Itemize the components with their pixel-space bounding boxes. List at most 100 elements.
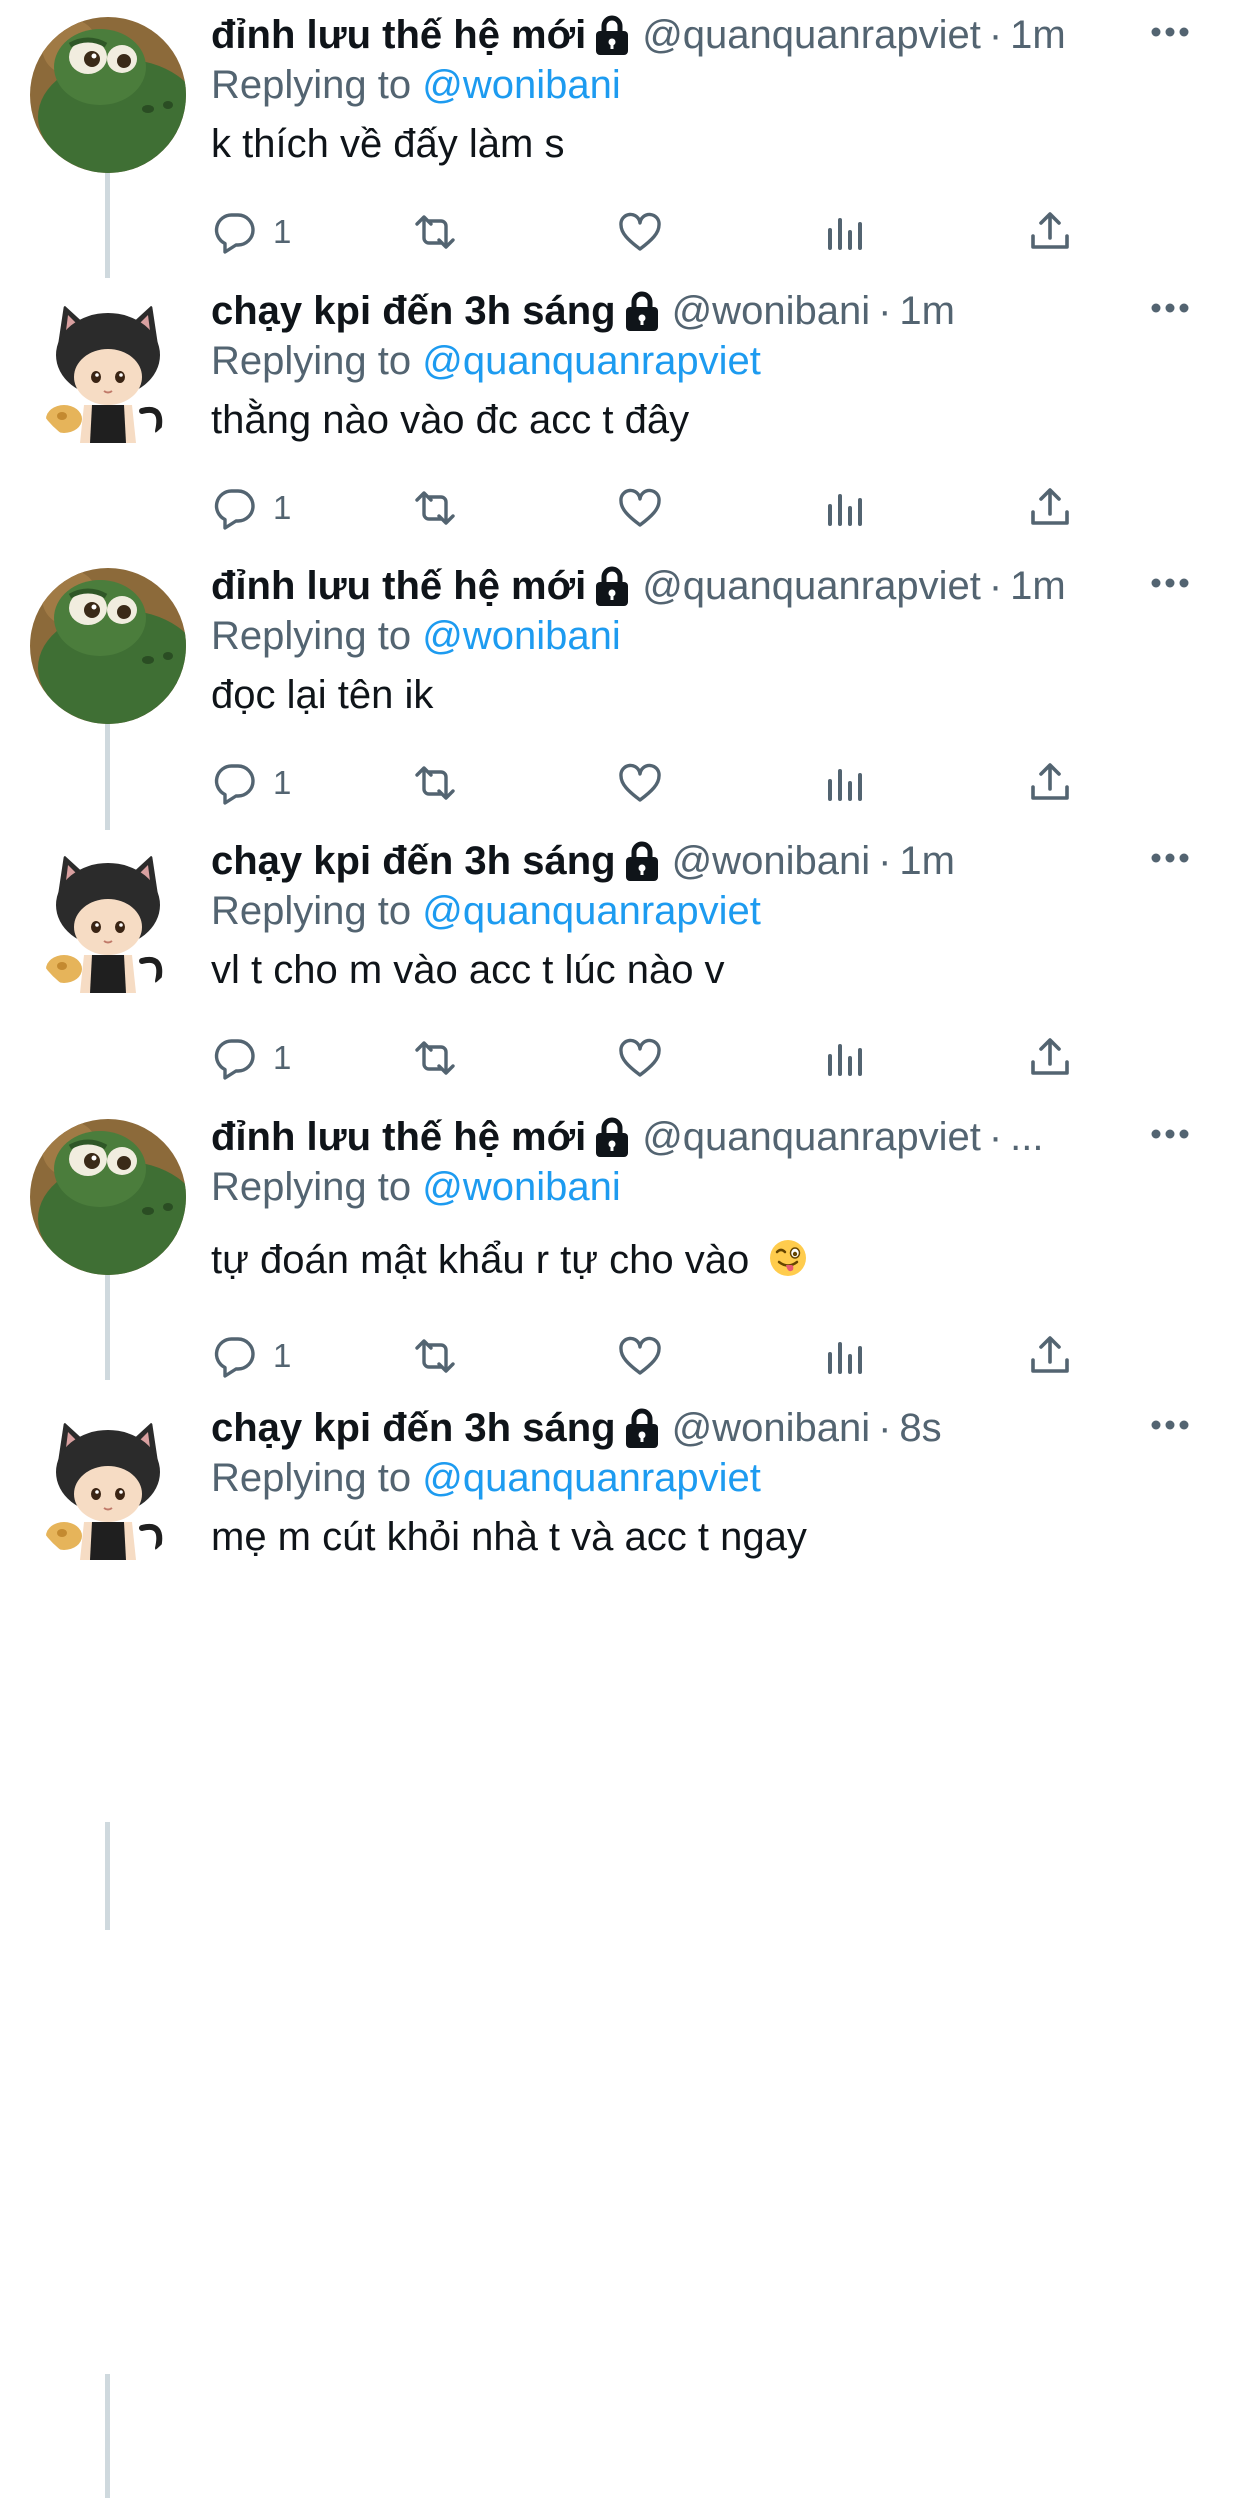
heart-icon	[616, 208, 664, 256]
mention-link[interactable]: @wonibani	[422, 1165, 621, 1209]
action-bar: 1	[211, 208, 1111, 256]
avatar[interactable]	[30, 843, 186, 999]
reply-button[interactable]: 1	[211, 1332, 291, 1380]
display-name[interactable]: chạy kpi đến 3h sáng	[211, 836, 616, 886]
avatar[interactable]	[30, 17, 186, 173]
mention-link[interactable]: @quanquanrapviet	[422, 889, 761, 933]
dot-separator: ·	[878, 1406, 892, 1450]
tweet-header: đỉnh lưu thế hệ mới @quanquanrapviet · 1…	[211, 10, 1131, 60]
avatar[interactable]	[30, 568, 186, 724]
share-button[interactable]	[1026, 208, 1074, 256]
action-bar: 1	[211, 1332, 1111, 1380]
replying-to-label: Replying to	[211, 889, 412, 933]
reply-button[interactable]: 1	[211, 208, 291, 256]
display-name[interactable]: đỉnh lưu thế hệ mới	[211, 561, 586, 611]
replying-to: Replying to @wonibani	[211, 611, 621, 661]
user-handle[interactable]: @wonibani	[672, 836, 871, 886]
more-options-icon[interactable]	[1150, 298, 1190, 318]
display-name[interactable]: đỉnh lưu thế hệ mới	[211, 10, 586, 60]
display-name[interactable]: chạy kpi đến 3h sáng	[211, 1403, 616, 1453]
more-options-icon[interactable]	[1150, 22, 1190, 42]
views-button[interactable]	[821, 484, 869, 532]
more-options-icon[interactable]	[1150, 1415, 1190, 1435]
tweet-text: k thích về đấy làm s	[211, 118, 564, 170]
dot-separator: ·	[878, 289, 892, 333]
retweet-icon	[411, 1332, 459, 1380]
tweet-header: đỉnh lưu thế hệ mới @quanquanrapviet · .…	[211, 1112, 1131, 1162]
heart-icon	[616, 1034, 664, 1082]
more-options-icon[interactable]	[1150, 573, 1190, 593]
share-button[interactable]	[1026, 484, 1074, 532]
reply-icon	[211, 484, 259, 532]
timestamp[interactable]: 8s	[899, 1403, 941, 1453]
reply-count: 1	[273, 489, 292, 526]
avatar[interactable]	[30, 1119, 186, 1275]
retweet-button[interactable]	[411, 484, 459, 532]
timestamp[interactable]: 1m	[899, 286, 955, 336]
mention-link[interactable]: @wonibani	[422, 63, 621, 107]
user-handle[interactable]: @wonibani	[672, 286, 871, 336]
tweet-text-body: thằng nào vào đc acc t đây	[211, 398, 690, 442]
share-button[interactable]	[1026, 1034, 1074, 1082]
like-button[interactable]	[616, 484, 664, 532]
share-button[interactable]	[1026, 1332, 1074, 1380]
retweet-icon	[411, 484, 459, 532]
heart-icon	[616, 759, 664, 807]
views-button[interactable]	[821, 208, 869, 256]
retweet-icon	[411, 208, 459, 256]
thread-line	[105, 170, 110, 278]
user-handle[interactable]: @quanquanrapviet	[642, 10, 981, 60]
more-options-icon[interactable]	[1150, 1124, 1190, 1144]
tweet-text: vl t cho m vào acc t lúc nào v	[211, 944, 725, 996]
retweet-button[interactable]	[411, 208, 459, 256]
reply-button[interactable]: 1	[211, 1034, 291, 1082]
retweet-button[interactable]	[411, 1034, 459, 1082]
bar-chart-icon	[821, 1332, 869, 1380]
timestamp[interactable]: 1m	[1010, 561, 1066, 611]
timestamp[interactable]: ...	[1010, 1112, 1043, 1162]
timestamp[interactable]: 1m	[899, 836, 955, 886]
display-name[interactable]: đỉnh lưu thế hệ mới	[211, 1112, 586, 1162]
like-button[interactable]	[616, 208, 664, 256]
views-button[interactable]	[821, 1034, 869, 1082]
avatar[interactable]	[30, 1410, 186, 1566]
tweet-text: đọc lại tên ik	[211, 669, 433, 721]
mention-link[interactable]: @quanquanrapviet	[422, 339, 761, 383]
green-dinosaur-avatar	[30, 568, 186, 724]
action-bar: 1	[211, 484, 1111, 532]
retweet-button[interactable]	[411, 1332, 459, 1380]
display-name[interactable]: chạy kpi đến 3h sáng	[211, 286, 616, 336]
lock-icon	[622, 840, 662, 882]
retweet-button[interactable]	[411, 759, 459, 807]
mention-link[interactable]: @wonibani	[422, 614, 621, 658]
timestamp[interactable]: 1m	[1010, 10, 1066, 60]
heart-icon	[616, 484, 664, 532]
reply-button[interactable]: 1	[211, 484, 291, 532]
tweet-text-body: mẹ m cút khỏi nhà t và acc t ngay	[211, 1515, 807, 1559]
reply-icon	[211, 1034, 259, 1082]
views-button[interactable]	[821, 1332, 869, 1380]
more-options-icon[interactable]	[1150, 848, 1190, 868]
tweet-text-body: k thích về đấy làm s	[211, 122, 565, 166]
user-handle[interactable]: @quanquanrapviet	[642, 1112, 981, 1162]
replying-to: Replying to @quanquanrapviet	[211, 886, 761, 936]
tweet-header: chạy kpi đến 3h sáng @wonibani · 1m	[211, 286, 1131, 336]
retweet-icon	[411, 1034, 459, 1082]
bar-chart-icon	[821, 1034, 869, 1082]
lock-icon	[592, 1116, 632, 1158]
user-handle[interactable]: @wonibani	[672, 1403, 871, 1453]
tweet-header: chạy kpi đến 3h sáng @wonibani · 8s	[211, 1403, 1131, 1453]
thread-line	[105, 2374, 110, 2498]
reply-button[interactable]: 1	[211, 759, 291, 807]
tweet-header: chạy kpi đến 3h sáng @wonibani · 1m	[211, 836, 1131, 886]
mention-link[interactable]: @quanquanrapviet	[422, 1456, 761, 1500]
replying-to-label: Replying to	[211, 1456, 412, 1500]
views-button[interactable]	[821, 759, 869, 807]
share-button[interactable]	[1026, 759, 1074, 807]
like-button[interactable]	[616, 759, 664, 807]
avatar[interactable]	[30, 293, 186, 449]
like-button[interactable]	[616, 1034, 664, 1082]
like-button[interactable]	[616, 1332, 664, 1380]
user-handle[interactable]: @quanquanrapviet	[642, 561, 981, 611]
share-icon	[1026, 1034, 1074, 1082]
